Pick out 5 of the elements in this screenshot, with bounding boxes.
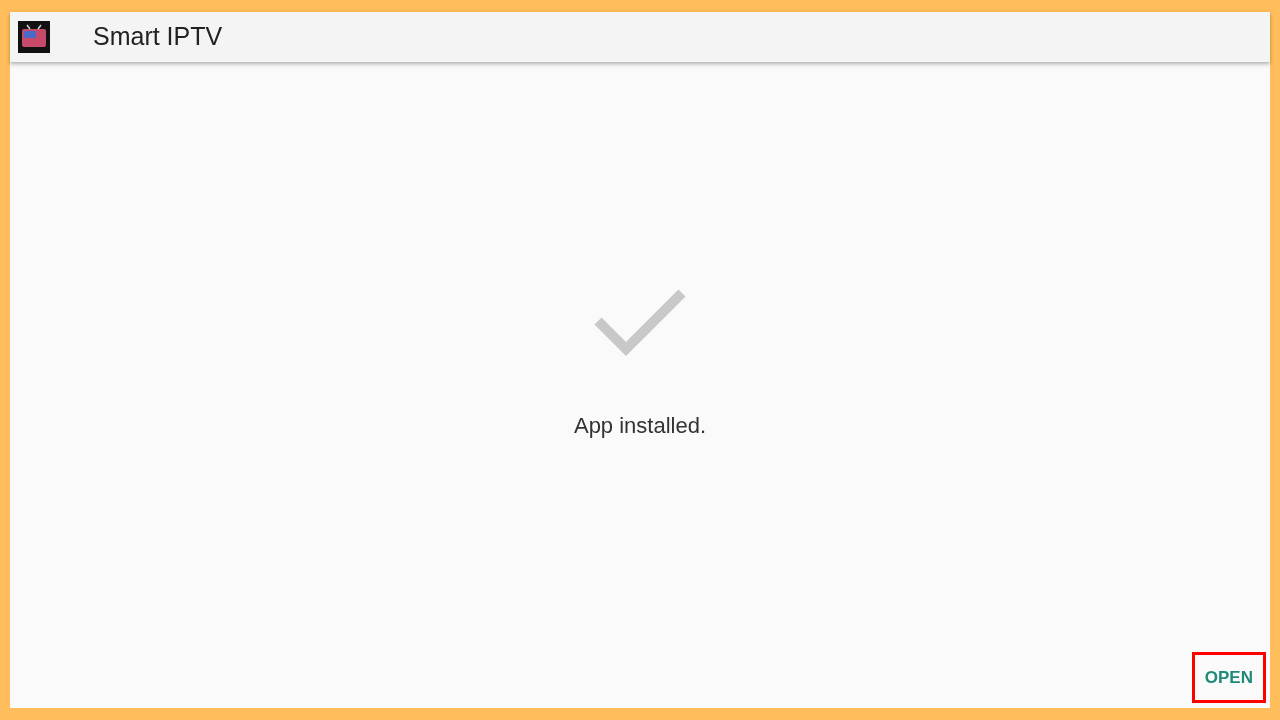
tv-icon	[18, 21, 50, 53]
app-title: Smart IPTV	[93, 21, 223, 53]
status-message: App installed.	[573, 412, 707, 440]
checkmark-icon	[594, 287, 686, 357]
open-button[interactable]: OPEN	[1191, 652, 1266, 703]
